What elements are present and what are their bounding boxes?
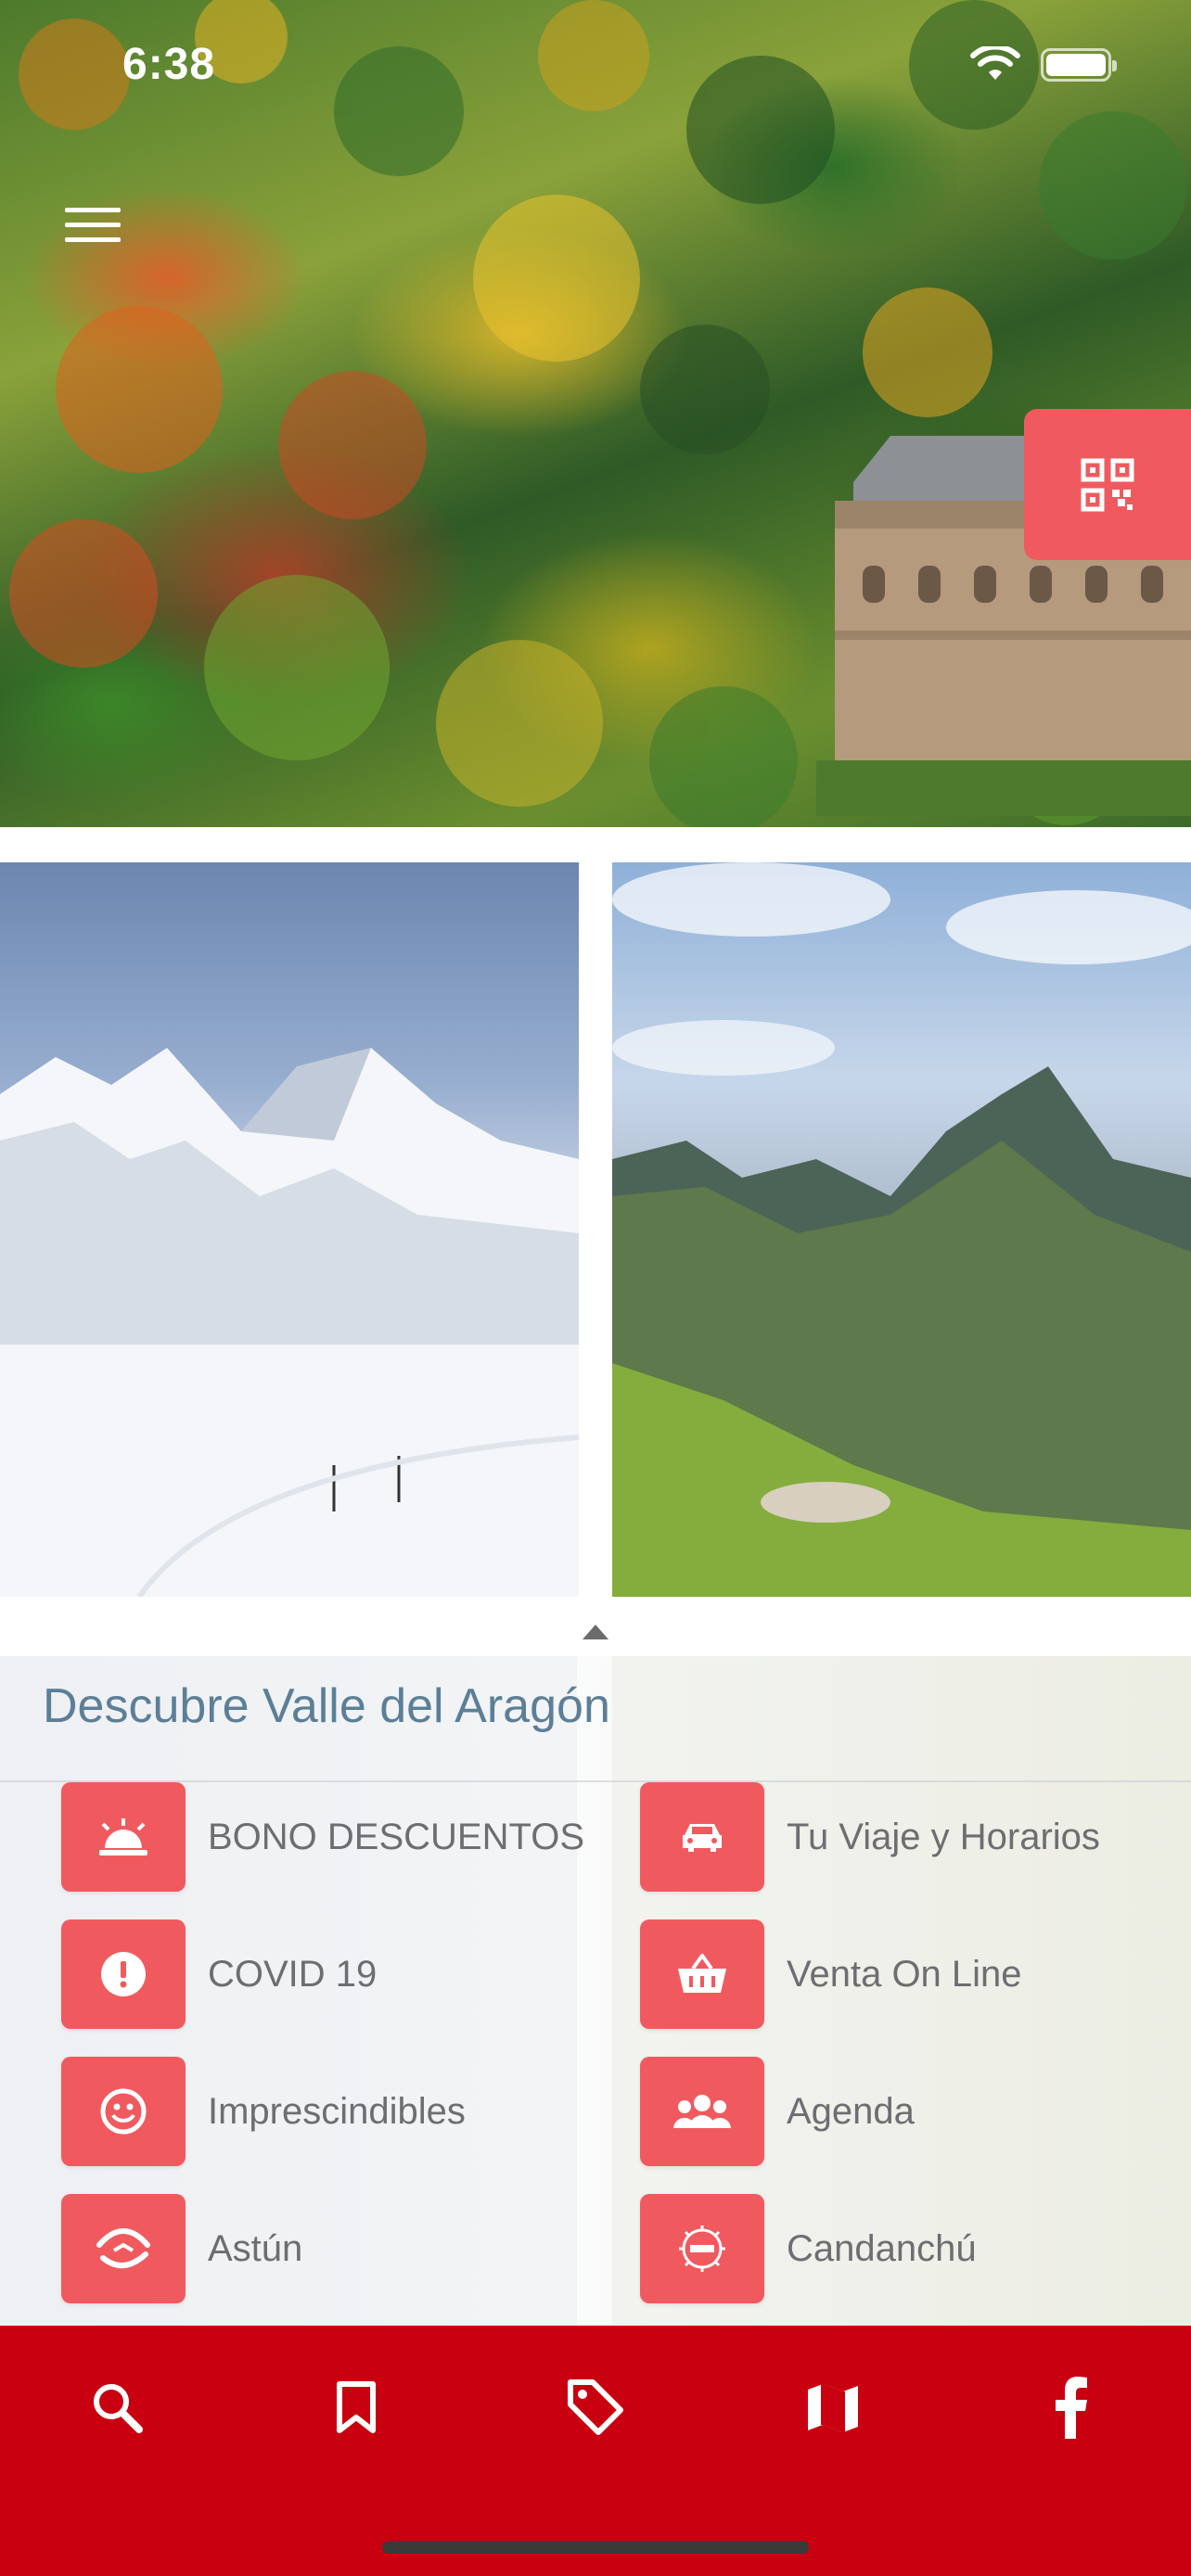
menu-item-tu-viaje[interactable]: Tu Viaje y Horarios [640,1782,1100,1892]
panel-title: Descubre Valle del Aragón [43,1679,610,1733]
valley-illustration [612,862,1191,1597]
menu-item-astun[interactable]: Astún [61,2194,302,2303]
tab-facebook[interactable] [1033,2370,1108,2444]
menu-item-label: Astún [208,2227,303,2269]
bottom-tab-bar [0,2326,1191,2576]
green-valley-photo[interactable] [612,862,1191,1597]
menu-item-label: Venta On Line [787,1953,1022,1995]
menu-tile [640,1919,764,2029]
candanchu-logo-icon [679,2225,725,2272]
menu-item-bono-descuentos[interactable]: BONO DESCUENTOS [61,1782,584,1892]
qr-scan-button[interactable] [1024,409,1191,560]
tag-icon [568,2379,623,2435]
hamburger-menu-icon[interactable] [65,208,121,245]
menu-tile [61,1782,186,1892]
menu-item-label: Agenda [787,2090,915,2132]
search-icon [94,2384,143,2433]
snowy-mountains-photo[interactable] [0,862,579,1597]
menu-tile [61,1919,186,2029]
alert-icon [101,1952,146,1996]
astun-logo-icon [96,2228,150,2268]
menu-item-covid-19[interactable]: COVID 19 [61,1919,377,2029]
menu-item-candanchu[interactable]: Candanchú [640,2194,977,2303]
menu-item-label: Imprescindibles [208,2090,466,2132]
status-time: 6:38 [122,40,216,89]
menu-item-venta-online[interactable]: Venta On Line [640,1919,1022,2029]
group-icon [673,2095,731,2128]
car-icon [683,1824,722,1852]
menu-tile [61,2057,186,2166]
qr-code-icon [1081,458,1134,511]
facebook-icon [1056,2377,1087,2439]
home-indicator [382,2541,809,2554]
tab-map[interactable] [796,2370,870,2444]
tab-offers[interactable] [558,2370,633,2444]
collapse-arrow-icon[interactable] [583,1625,608,1639]
menu-item-label: COVID 19 [208,1953,378,1995]
menu-tile [640,2194,764,2303]
battery-icon [1041,48,1117,82]
menu-item-label: Tu Viaje y Horarios [787,1816,1100,1857]
shopping-basket-icon [678,1954,726,1993]
menu-item-label: BONO DESCUENTOS [208,1816,584,1857]
status-icons [970,46,1117,83]
menu-item-imprescindibles[interactable]: Imprescindibles [61,2057,466,2166]
menu-tile [640,2057,764,2166]
smiley-icon [100,2088,147,2135]
menu-tile [640,1782,764,1892]
snow-mountain-illustration [0,1048,579,1597]
menu-tile [61,2194,186,2303]
wifi-icon [970,46,1020,80]
tab-search[interactable] [80,2370,154,2444]
menu-item-agenda[interactable]: Agenda [640,2057,915,2166]
hero-banner-image: 6:38 [0,0,1191,827]
discover-panel: Descubre Valle del Aragón BONO DESCUENTO… [0,1656,1191,2326]
bookmark-icon [337,2381,376,2433]
map-icon [808,2384,858,2432]
alarm-bell-icon [99,1818,147,1855]
menu-item-label: Candanchú [787,2227,977,2269]
tab-bookmarks[interactable] [319,2370,393,2444]
